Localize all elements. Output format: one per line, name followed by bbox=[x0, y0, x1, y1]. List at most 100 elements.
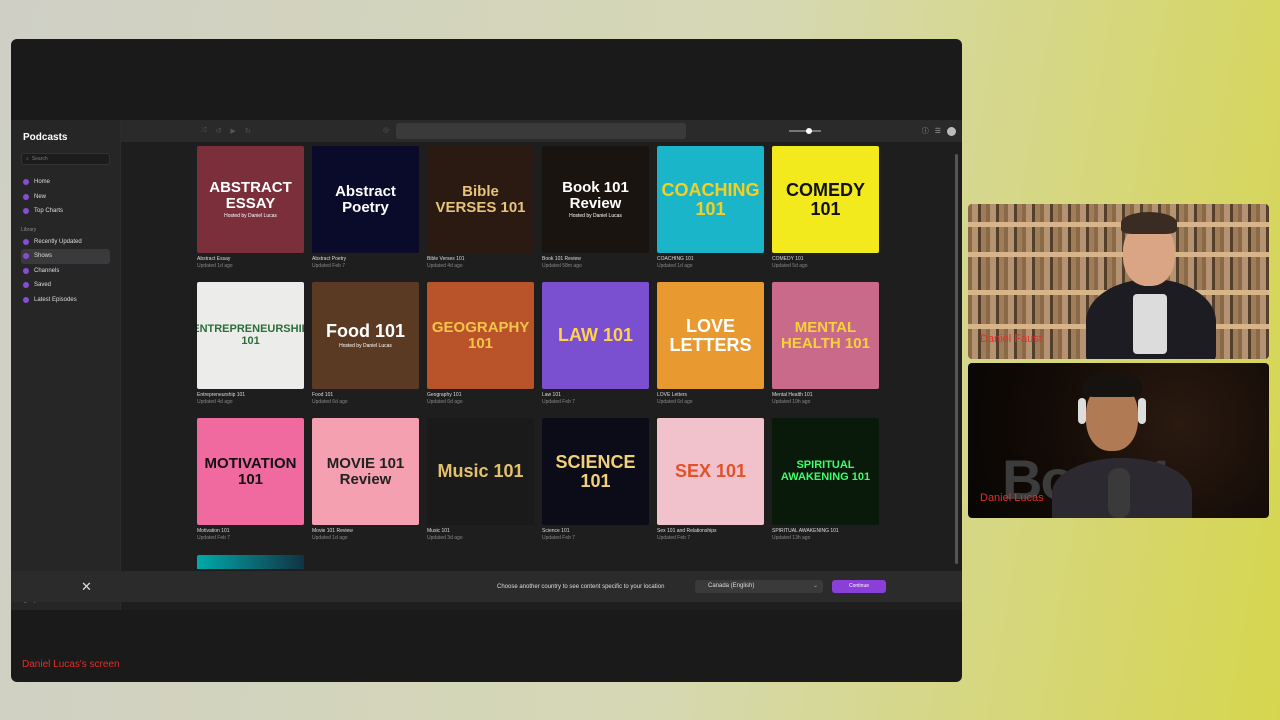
show-cover[interactable]: ABSTRACT ESSAY Hosted by Daniel Lucas bbox=[197, 146, 304, 253]
rewind-icon[interactable]: ↺ bbox=[216, 127, 222, 135]
sidebar-item-new[interactable]: New bbox=[21, 190, 110, 205]
show-cover[interactable]: ENTREPRENEURSHIP 101 bbox=[197, 282, 304, 389]
show-card[interactable]: SPIRITUAL AWAKENING 101 SPIRITUAL AWAKENI… bbox=[772, 418, 879, 554]
close-icon[interactable]: ✕ bbox=[81, 579, 92, 595]
show-updated: Updated 58m ago bbox=[542, 263, 582, 269]
forward-icon[interactable]: ↻ bbox=[245, 127, 251, 135]
headphones-icon bbox=[1078, 398, 1086, 424]
scrollbar[interactable] bbox=[955, 154, 958, 564]
show-cover[interactable]: COACHING 101 bbox=[657, 146, 764, 253]
sidebar: Podcasts ⌕ Search Home New Top Charts Li… bbox=[11, 120, 121, 610]
sidebar-item-latest-episodes[interactable]: Latest Episodes bbox=[21, 293, 110, 308]
show-title[interactable]: Science 101 bbox=[542, 528, 649, 534]
play-icon[interactable]: ▶ bbox=[230, 127, 235, 135]
cover-title: LOVE LETTERS bbox=[669, 315, 752, 355]
show-title[interactable]: Movie 101 Review bbox=[312, 528, 419, 534]
show-card[interactable]: Abstract Poetry Abstract Poetry Updated Fe… bbox=[312, 146, 419, 282]
show-title[interactable]: Entrepreneurship 101 bbox=[197, 392, 304, 398]
podcasts-app: Podcasts ⌕ Search Home New Top Charts Li… bbox=[11, 120, 962, 610]
cover-title: MOTIVATION 101 bbox=[204, 454, 297, 488]
show-card[interactable]: COACHING 101 COACHING 101 Updated 1d ago bbox=[657, 146, 764, 282]
show-card[interactable]: MENTAL HEALTH 101 Mental Health 101 Update… bbox=[772, 282, 879, 418]
show-card[interactable]: ENTREPRENEURSHIP 101 Entrepreneurship 101… bbox=[197, 282, 304, 418]
sidebar-item-top-charts[interactable]: Top Charts bbox=[21, 204, 110, 219]
show-title[interactable]: COMEDY 101 bbox=[772, 256, 879, 262]
show-title[interactable]: Abstract Essay bbox=[197, 256, 304, 262]
show-title[interactable]: LOVE Letters bbox=[657, 392, 764, 398]
info-icon[interactable]: ⓘ bbox=[922, 126, 929, 136]
show-title[interactable]: SPIRITUAL AWAKENING 101 bbox=[772, 528, 879, 534]
cover-title: COMEDY 101 bbox=[785, 179, 865, 219]
shuffle-icon[interactable]: ⤮ bbox=[201, 127, 207, 135]
volume-slider[interactable] bbox=[789, 128, 821, 134]
show-cover[interactable]: GEOGRAPHY 101 bbox=[427, 282, 534, 389]
cover-host: Hosted by Daniel Lucas bbox=[224, 213, 277, 220]
show-cover[interactable]: SEX 101 bbox=[657, 418, 764, 525]
show-cover[interactable]: Bible VERSES 101 bbox=[427, 146, 534, 253]
partial-show-cover[interactable] bbox=[197, 555, 304, 569]
show-title[interactable]: Abstract Poetry bbox=[312, 256, 419, 262]
country-banner: ✕ Choose another country to see content … bbox=[11, 571, 962, 602]
show-title[interactable]: Motivation 101 bbox=[197, 528, 304, 534]
main-content: ⤮ ↺ ▶ ↻ ◎ ⓘ ☰ ABSTRACT ESSAY Hosted by Da… bbox=[121, 120, 962, 610]
show-cover[interactable]: LAW 101 bbox=[542, 282, 649, 389]
show-cover[interactable]: SCIENCE 101 bbox=[542, 418, 649, 525]
sidebar-item-recently-updated[interactable]: Recently Updated bbox=[21, 235, 110, 250]
participant-name: Daniel Lucas bbox=[980, 492, 1044, 504]
show-title[interactable]: Music 101 bbox=[427, 528, 534, 534]
show-cover[interactable]: Music 101 bbox=[427, 418, 534, 525]
participant-tile: Daniel Faust bbox=[968, 204, 1269, 359]
show-updated: Updated 1d ago bbox=[197, 263, 233, 269]
show-cover[interactable]: Food 101 Hosted by Daniel Lucas bbox=[312, 282, 419, 389]
show-cover[interactable]: COMEDY 101 bbox=[772, 146, 879, 253]
show-card[interactable]: LOVE LETTERS LOVE Letters Updated 6d ago bbox=[657, 282, 764, 418]
show-card[interactable]: ABSTRACT ESSAY Hosted by Daniel Lucas Abst… bbox=[197, 146, 304, 282]
show-card[interactable]: Bible VERSES 101 Bible Verses 101 Updated … bbox=[427, 146, 534, 282]
show-title[interactable]: Mental Health 101 bbox=[772, 392, 879, 398]
search-input[interactable]: ⌕ Search bbox=[21, 153, 110, 165]
show-cover[interactable]: SPIRITUAL AWAKENING 101 bbox=[772, 418, 879, 525]
continue-button[interactable]: Continue bbox=[832, 580, 886, 593]
queue-icon[interactable]: ☰ bbox=[935, 127, 941, 135]
cover-host: Hosted by Daniel Lucas bbox=[339, 342, 392, 349]
show-cover[interactable]: Book 101 Review Hosted by Daniel Lucas bbox=[542, 146, 649, 253]
sidebar-item-saved[interactable]: Saved bbox=[21, 278, 110, 293]
volume-knob[interactable] bbox=[806, 128, 812, 134]
show-card[interactable]: Food 101 Hosted by Daniel Lucas Food 101 Up… bbox=[312, 282, 419, 418]
cover-title: MENTAL HEALTH 101 bbox=[781, 318, 870, 352]
show-title[interactable]: COACHING 101 bbox=[657, 256, 764, 262]
home-icon bbox=[23, 179, 29, 186]
sidebar-item-channels[interactable]: Channels bbox=[21, 264, 110, 279]
show-title[interactable]: Bible Verses 101 bbox=[427, 256, 534, 262]
show-title[interactable]: Food 101 bbox=[312, 392, 419, 398]
show-cover[interactable]: Abstract Poetry bbox=[312, 146, 419, 253]
show-card[interactable]: GEOGRAPHY 101 Geography 101 Updated 6d ago bbox=[427, 282, 534, 418]
show-title[interactable]: Law 101 bbox=[542, 392, 649, 398]
sidebar-item-shows[interactable]: Shows bbox=[21, 249, 110, 264]
avatar[interactable] bbox=[947, 126, 956, 136]
show-card[interactable]: Book 101 Review Hosted by Daniel Lucas Boo… bbox=[542, 146, 649, 282]
show-updated: Updated 1d ago bbox=[657, 263, 693, 269]
show-card[interactable]: COMEDY 101 COMEDY 101 Updated 5d ago bbox=[772, 146, 879, 282]
microphone-icon bbox=[1108, 468, 1130, 518]
show-cover[interactable]: LOVE LETTERS bbox=[657, 282, 764, 389]
cover-title: SCIENCE 101 bbox=[555, 451, 636, 491]
airplay-icon[interactable]: ◎ bbox=[383, 126, 389, 134]
show-card[interactable]: MOTIVATION 101 Motivation 101 Updated Feb … bbox=[197, 418, 304, 554]
show-card[interactable]: MOVIE 101 Review Movie 101 Review Updated … bbox=[312, 418, 419, 554]
country-select[interactable]: Canada (English) ⌄ bbox=[695, 580, 823, 593]
sidebar-item-home[interactable]: Home bbox=[21, 175, 110, 190]
show-updated: Updated 13h ago bbox=[772, 535, 811, 541]
now-playing-area[interactable] bbox=[396, 123, 686, 139]
show-cover[interactable]: MOVIE 101 Review bbox=[312, 418, 419, 525]
show-card[interactable]: SCIENCE 101 Science 101 Updated Feb 7 bbox=[542, 418, 649, 554]
show-title[interactable]: Book 101 Review bbox=[542, 256, 649, 262]
show-title[interactable]: Geography 101 bbox=[427, 392, 534, 398]
show-cover[interactable]: MENTAL HEALTH 101 bbox=[772, 282, 879, 389]
show-cover[interactable]: MOTIVATION 101 bbox=[197, 418, 304, 525]
show-card[interactable]: SEX 101 Sex 101 and Relationships Updated … bbox=[657, 418, 764, 554]
show-title[interactable]: Sex 101 and Relationships bbox=[657, 528, 764, 534]
cover-title: Bible VERSES 101 bbox=[435, 182, 526, 216]
show-card[interactable]: Music 101 Music 101 Updated 3d ago bbox=[427, 418, 534, 554]
show-card[interactable]: LAW 101 Law 101 Updated Feb 7 bbox=[542, 282, 649, 418]
